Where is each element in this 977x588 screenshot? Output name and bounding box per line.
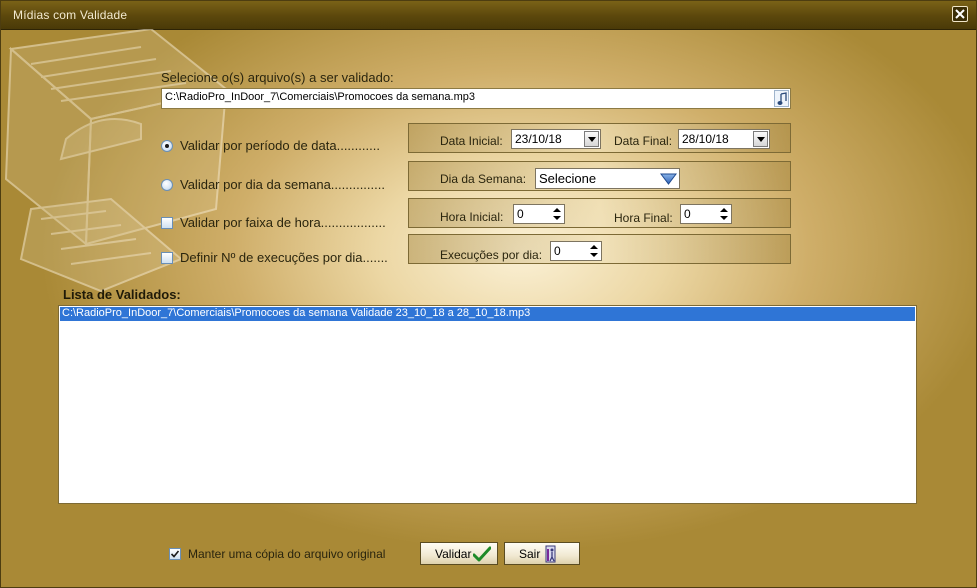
- exit-button[interactable]: Sair: [504, 542, 580, 565]
- start-date-value: 23/10/18: [515, 132, 562, 146]
- validate-button[interactable]: Validar: [420, 542, 498, 565]
- executions-value: 0: [554, 244, 561, 258]
- radio-date-period[interactable]: Validar por período de data............: [161, 138, 380, 153]
- file-selection-label: Selecione o(s) arquivo(s) a ser validado…: [161, 70, 394, 85]
- checkbox-indicator[interactable]: [161, 251, 173, 264]
- executions-label: Execuções por dia:: [440, 248, 543, 262]
- exit-door-icon: [545, 545, 556, 562]
- radio-indicator[interactable]: [161, 139, 173, 152]
- list-item[interactable]: C:\RadioPro_InDoor_7\Comerciais\Promocoe…: [60, 307, 915, 321]
- start-hour-spinner[interactable]: 0: [513, 204, 565, 224]
- end-date-label: Data Final:: [614, 134, 673, 148]
- file-path-input[interactable]: C:\RadioPro_InDoor_7\Comerciais\Promocoe…: [161, 88, 791, 109]
- radio-weekday-label: Validar por dia da semana...............: [180, 177, 385, 192]
- checkbox-hour-range[interactable]: Validar por faixa de hora...............…: [161, 215, 386, 230]
- start-hour-label: Hora Inicial:: [440, 210, 504, 224]
- end-date-value: 28/10/18: [682, 132, 729, 146]
- close-button[interactable]: [952, 6, 968, 22]
- start-date-label: Data Inicial:: [440, 134, 503, 148]
- checkbox-executions-per-day[interactable]: Definir Nº de execuções por dia.......: [161, 250, 388, 265]
- checkmark-icon: [473, 546, 492, 561]
- close-icon: [955, 9, 965, 19]
- validate-button-label: Validar: [435, 546, 472, 561]
- checkmark-icon: [170, 550, 180, 558]
- radio-date-period-label: Validar por período de data............: [180, 138, 380, 153]
- radio-indicator[interactable]: [161, 178, 173, 191]
- end-date-picker[interactable]: 28/10/18: [678, 129, 770, 149]
- spinner-arrows-icon[interactable]: [552, 206, 562, 222]
- browse-file-button[interactable]: [774, 90, 789, 107]
- title-bar[interactable]: Mídias com Validade: [1, 1, 976, 30]
- exit-button-label: Sair: [519, 546, 541, 561]
- spinner-arrows-icon[interactable]: [589, 243, 599, 259]
- end-hour-spinner[interactable]: 0: [680, 204, 732, 224]
- start-date-picker[interactable]: 23/10/18: [511, 129, 601, 149]
- dropdown-arrow-icon[interactable]: [659, 170, 678, 187]
- keep-copy-checkbox[interactable]: Manter uma cópia do arquivo original: [169, 547, 385, 561]
- validated-listbox[interactable]: C:\RadioPro_InDoor_7\Comerciais\Promocoe…: [58, 305, 917, 504]
- start-hour-value: 0: [517, 207, 524, 221]
- executions-spinner[interactable]: 0: [550, 241, 602, 261]
- end-hour-value: 0: [684, 207, 691, 221]
- validated-list-title: Lista de Validados:: [63, 287, 181, 302]
- checkbox-executions-label: Definir Nº de execuções por dia.......: [180, 250, 388, 265]
- checkbox-hour-range-label: Validar por faixa de hora...............…: [180, 215, 386, 230]
- music-note-icon: [777, 92, 787, 105]
- weekday-label: Dia da Semana:: [440, 172, 527, 186]
- radio-weekday[interactable]: Validar por dia da semana...............: [161, 177, 385, 192]
- keep-copy-label: Manter uma cópia do arquivo original: [188, 547, 386, 561]
- end-hour-label: Hora Final:: [614, 211, 673, 225]
- start-date-dropdown-button[interactable]: [584, 131, 599, 147]
- checkbox-indicator[interactable]: [169, 548, 181, 560]
- validity-media-window: Mídias com Validade Selecione o(s) arqui…: [0, 0, 977, 588]
- window-title: Mídias com Validade: [13, 8, 128, 22]
- end-date-dropdown-button[interactable]: [753, 131, 768, 147]
- spinner-arrows-icon[interactable]: [719, 206, 729, 222]
- chevron-down-icon: [757, 137, 765, 142]
- checkbox-indicator[interactable]: [161, 216, 173, 229]
- chevron-down-icon: [588, 137, 596, 142]
